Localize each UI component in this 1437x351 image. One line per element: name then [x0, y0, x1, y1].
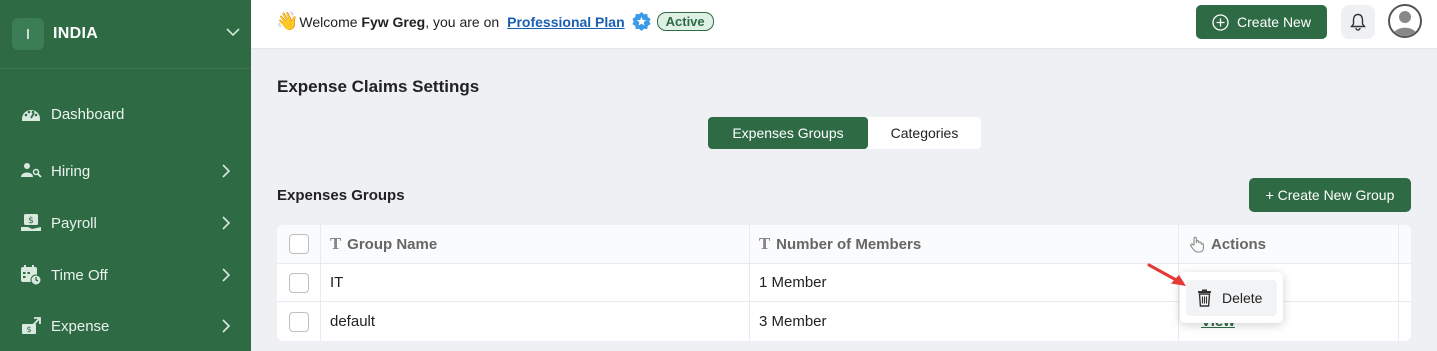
sidebar-divider [0, 68, 251, 69]
actions-dropdown-menu: Delete [1180, 272, 1283, 323]
members-cell: 1 Member [750, 264, 1179, 301]
hiring-people-icon [20, 160, 42, 182]
group-name-cell: IT [321, 264, 750, 301]
sidebar-item-expense[interactable]: $ Expense [0, 306, 251, 346]
bell-icon [1350, 13, 1366, 31]
column-header-actions: Actions [1179, 225, 1399, 263]
tab-switcher: Expenses Groups Categories [708, 117, 981, 149]
members-cell: 3 Member [750, 302, 1179, 341]
text-type-icon: T [330, 235, 342, 253]
tab-expenses-groups[interactable]: Expenses Groups [708, 117, 868, 149]
chevron-right-icon [222, 319, 230, 333]
column-header-group-name[interactable]: T Group Name [321, 225, 750, 263]
sidebar: I INDIA Dashboard Hiring $ Payroll Time … [0, 0, 251, 351]
top-bar: 👋 Welcome Fyw Greg, you are on Professio… [251, 0, 1437, 49]
chevron-right-icon [222, 164, 230, 178]
welcome-prefix: Welcome [299, 13, 358, 30]
create-new-label: Create New [1237, 14, 1311, 30]
create-new-button[interactable]: Create New [1196, 5, 1327, 39]
sidebar-item-label: Dashboard [51, 105, 125, 123]
user-avatar-icon [1393, 11, 1417, 36]
sidebar-item-label: Payroll [51, 214, 97, 232]
row-spacer-cell [1399, 302, 1411, 341]
row-checkbox[interactable] [288, 272, 309, 293]
welcome-suffix: , you are on [425, 13, 500, 30]
sidebar-item-dashboard[interactable]: Dashboard [0, 94, 251, 134]
column-header-label: Number of Members [776, 235, 922, 253]
org-switcher[interactable]: I INDIA [12, 17, 242, 51]
row-spacer-cell [1399, 264, 1411, 301]
row-checkbox[interactable] [288, 311, 309, 332]
tab-categories[interactable]: Categories [868, 117, 981, 149]
svg-text:$: $ [26, 325, 31, 334]
chevron-down-icon [226, 28, 240, 37]
delete-menu-item[interactable]: Delete [1186, 280, 1277, 316]
chevron-right-icon [222, 216, 230, 230]
wave-emoji: 👋 [276, 11, 299, 31]
select-all-checkbox[interactable] [288, 234, 309, 254]
user-avatar[interactable] [1388, 4, 1422, 38]
org-avatar: I [12, 18, 44, 50]
column-header-members[interactable]: T Number of Members [750, 225, 1179, 263]
plus-circle-icon [1212, 13, 1229, 31]
sidebar-item-time-off[interactable]: Time Off [0, 255, 251, 295]
row-checkbox-cell [277, 302, 321, 341]
row-checkbox-cell [277, 264, 321, 301]
annotation-arrow-icon [1147, 263, 1186, 286]
pointer-hand-icon [1190, 236, 1204, 253]
sidebar-item-label: Time Off [51, 266, 108, 284]
group-name-cell: default [321, 302, 750, 341]
sidebar-item-payroll[interactable]: $ Payroll [0, 203, 251, 243]
dashboard-gauge-icon [20, 103, 42, 125]
expense-money-icon: $ [20, 315, 42, 337]
sidebar-item-hiring[interactable]: Hiring [0, 151, 251, 191]
create-new-group-button[interactable]: + Create New Group [1249, 178, 1411, 212]
chevron-right-icon [222, 268, 230, 282]
section-title: Expenses Groups [277, 187, 405, 204]
text-type-icon: T [759, 235, 771, 253]
table-header-row: T Group Name T Number of Members Actions [277, 225, 1411, 264]
welcome-message: 👋 Welcome Fyw Greg, you are on Professio… [276, 11, 714, 32]
notifications-button[interactable] [1341, 5, 1375, 39]
page-title: Expense Claims Settings [277, 77, 480, 96]
column-header-label: Group Name [347, 235, 438, 253]
star-badge-icon [632, 12, 651, 31]
column-header-label: Actions [1211, 235, 1267, 253]
sidebar-item-label: Expense [51, 317, 110, 335]
calendar-clock-icon [20, 264, 42, 286]
header-spacer-cell [1399, 225, 1411, 263]
payroll-money-icon: $ [20, 212, 42, 234]
trash-icon [1198, 289, 1211, 307]
svg-text:$: $ [28, 216, 34, 226]
user-name: Fyw Greg [361, 13, 426, 30]
org-name: INDIA [53, 25, 99, 42]
header-checkbox-cell [277, 225, 321, 263]
delete-label: Delete [1222, 290, 1263, 306]
status-badge: Active [656, 12, 714, 31]
sidebar-item-label: Hiring [51, 162, 91, 180]
plan-link[interactable]: Professional Plan [507, 14, 624, 30]
